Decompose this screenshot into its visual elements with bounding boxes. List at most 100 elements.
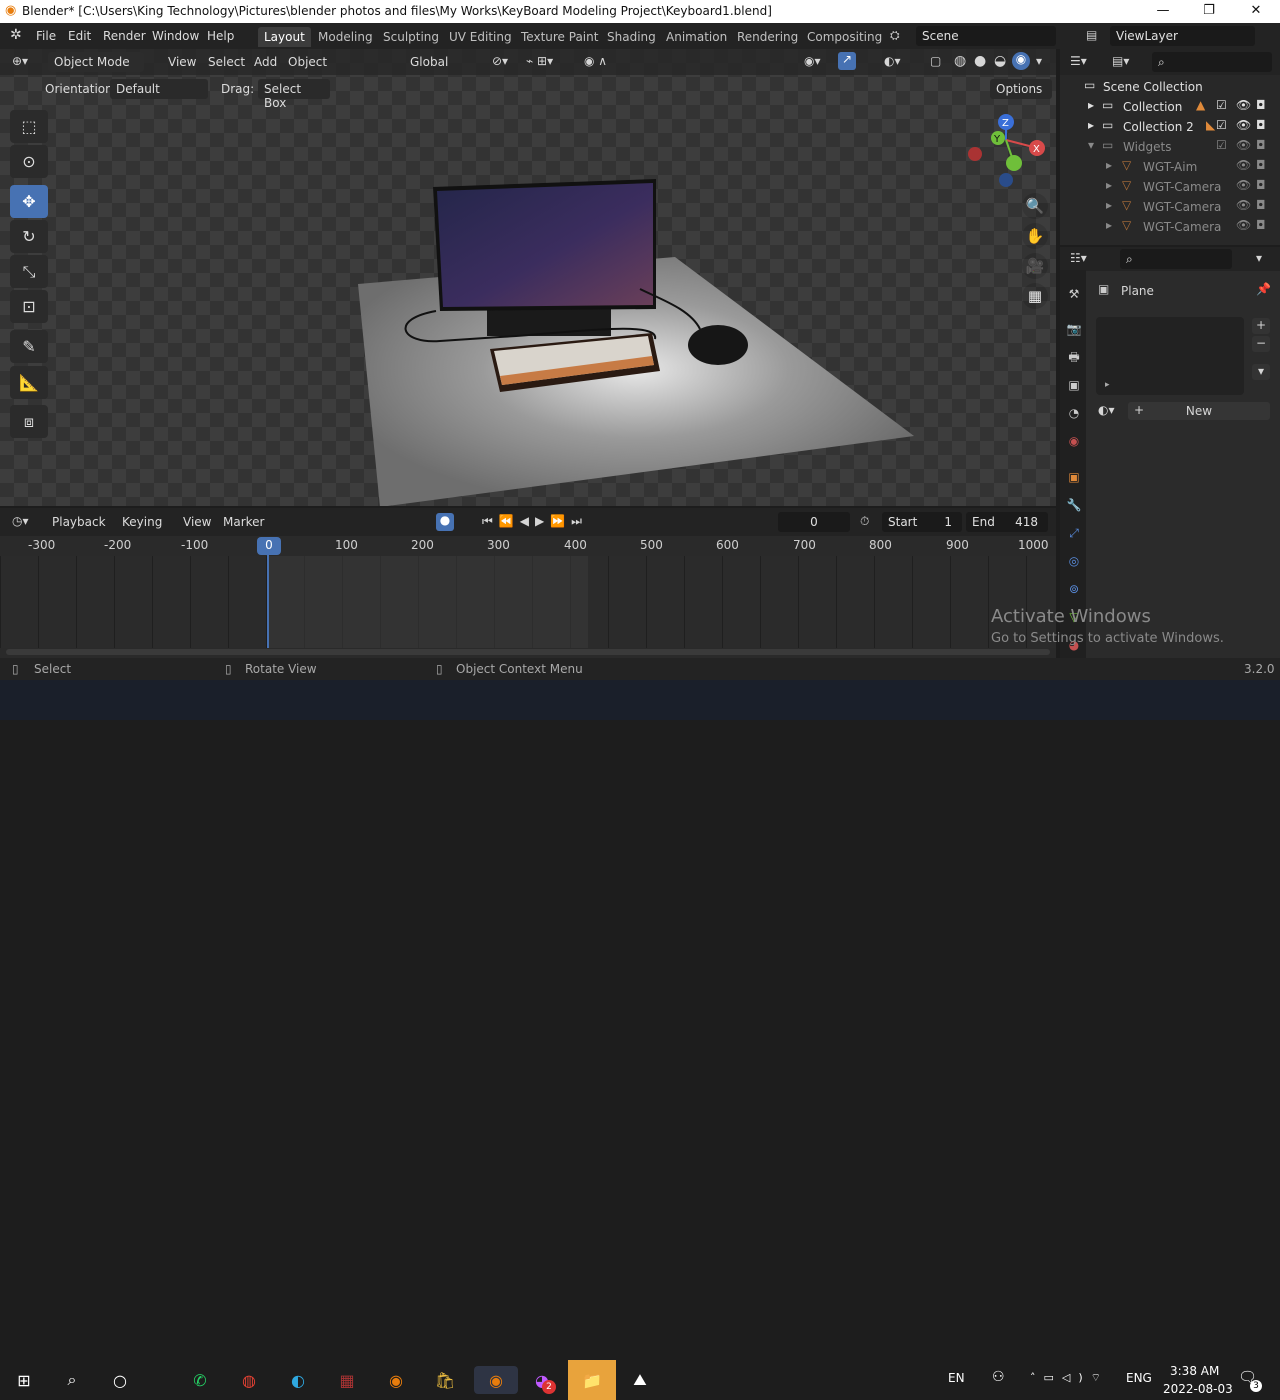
viewport-menu-object[interactable]: Object <box>288 55 327 69</box>
outliner-row[interactable]: ▸ ▽ WGT-Camera 👁 ◘ <box>1060 198 1280 218</box>
file-explorer-icon[interactable]: 📁 <box>568 1360 616 1400</box>
frame-ruler[interactable] <box>0 536 1056 556</box>
menu-help[interactable]: Help <box>207 29 234 43</box>
material-slot-list[interactable] <box>1096 317 1244 395</box>
winrar-icon[interactable]: ▦ <box>333 1366 361 1394</box>
blender-taskbar-icon[interactable]: ◉ <box>382 1366 410 1394</box>
eye-icon[interactable]: 👁 <box>1236 118 1251 132</box>
playback-controls-icon[interactable]: ⏮⏪◀▶⏩⏭ <box>482 514 588 529</box>
tab-animation[interactable]: Animation <box>660 27 733 47</box>
menu-edit[interactable]: Edit <box>68 29 91 43</box>
viewport-menu-select[interactable]: Select <box>208 55 245 69</box>
eye-icon[interactable]: 👁 <box>1236 138 1251 152</box>
end-frame-field[interactable]: End 418 <box>966 512 1048 532</box>
start-windows-icon[interactable]: ⊞ <box>10 1366 38 1394</box>
modifier-tab-icon[interactable]: 🔧 <box>1066 497 1082 513</box>
outliner-row[interactable]: ▸ ▽ WGT-Camera 👁 ◘ <box>1060 178 1280 198</box>
expand-arrow-icon[interactable]: ▸ <box>1106 158 1112 172</box>
viewlayer-selector[interactable]: ViewLayer <box>1110 26 1255 46</box>
blender-menu-icon[interactable]: ✲ <box>10 27 22 43</box>
view-layer-tab-icon[interactable]: ▣ <box>1066 377 1082 393</box>
navigation-gizmo[interactable]: Z X Y <box>962 110 1052 192</box>
menu-file[interactable]: File <box>36 29 56 43</box>
render-camera-icon[interactable]: ◘ <box>1256 98 1266 112</box>
render-camera-icon[interactable]: ◘ <box>1256 218 1266 232</box>
render-camera-icon[interactable]: ◘ <box>1256 138 1266 152</box>
pan-hand-icon[interactable]: ✋ <box>1022 223 1048 249</box>
tab-modeling[interactable]: Modeling <box>312 27 379 47</box>
object-tab-icon[interactable]: ▣ <box>1066 469 1082 485</box>
move-tool[interactable]: ✥ <box>10 185 48 218</box>
pin-icon[interactable]: 📌 <box>1256 282 1271 296</box>
timeline-scrollbar[interactable] <box>6 649 1050 655</box>
store-icon[interactable]: 🛍 <box>431 1366 459 1394</box>
editor-type-icon[interactable]: ⊕▾ <box>12 54 28 68</box>
options-dropdown[interactable]: Options <box>990 79 1052 99</box>
properties-editor[interactable] <box>1060 247 1280 658</box>
shading-rendered-icon[interactable]: ◉ <box>1012 52 1030 70</box>
viewport-menu-add[interactable]: Add <box>254 55 277 69</box>
expand-arrow-icon[interactable]: ▸ <box>1088 118 1094 132</box>
mode-selector[interactable]: Object Mode <box>48 52 144 72</box>
annotate-tool[interactable]: ✎ <box>10 330 48 363</box>
drag-dropdown[interactable]: Select Box <box>258 79 330 110</box>
gizmo-toggle-icon[interactable]: ↗ <box>838 52 856 70</box>
clock-date[interactable]: 2022-08-03 <box>1163 1382 1233 1396</box>
tab-uv-editing[interactable]: UV Editing <box>443 27 518 47</box>
tab-shading[interactable]: Shading <box>601 27 662 47</box>
timeline-menu-view[interactable]: View <box>183 515 211 529</box>
material-browse-icon[interactable]: ◐▾ <box>1098 403 1115 417</box>
outliner-row[interactable]: ▸ ▽ WGT-Aim 👁 ◘ <box>1060 158 1280 178</box>
current-frame-field[interactable]: 0 <box>778 512 850 532</box>
constraints-tab-icon[interactable]: ⊚ <box>1066 581 1082 597</box>
zoom-icon[interactable]: 🔍 <box>1022 193 1048 219</box>
edge-icon[interactable]: ◐ <box>284 1366 312 1394</box>
expand-arrow-icon[interactable]: ▸ <box>1106 178 1112 192</box>
visibility-icon[interactable]: ◉▾ <box>804 54 821 68</box>
camera-view-icon[interactable]: 🎥 <box>1022 253 1048 279</box>
render-camera-icon[interactable]: ◘ <box>1256 198 1266 212</box>
shading-material-icon[interactable]: ◒ <box>994 53 1006 69</box>
clock-time[interactable]: 3:38 AM <box>1170 1364 1219 1378</box>
outliner-row[interactable]: ▸ ▭ Collection ▲ ☑ 👁 ◘ <box>1060 98 1280 118</box>
checkbox-icon[interactable]: ☑ <box>1216 118 1227 132</box>
measure-tool[interactable]: 📐 <box>10 366 48 399</box>
maximize-button[interactable]: ❐ <box>1186 0 1232 23</box>
tab-sculpting[interactable]: Sculpting <box>377 27 445 47</box>
tab-compositing[interactable]: Compositing <box>801 27 888 47</box>
menu-render[interactable]: Render <box>103 29 146 43</box>
outliner-row[interactable]: ▭ Scene Collection <box>1060 78 1280 98</box>
system-tray-icons[interactable]: ˄▭◁)⌔ <box>1030 1371 1109 1385</box>
expand-arrow-icon[interactable]: ▸ <box>1106 218 1112 232</box>
select-box-tool[interactable]: ⬚ <box>10 110 48 143</box>
eye-icon[interactable]: 👁 <box>1236 218 1251 232</box>
proportional-edit-icon[interactable]: ◉ ∧ <box>584 54 607 68</box>
outliner-row[interactable]: ▸ ▭ Collection 2 ◣ ☑ 👁 ◘ <box>1060 118 1280 138</box>
timeline-menu-marker[interactable]: Marker <box>223 515 264 529</box>
collapse-arrow-icon[interactable]: ▾ <box>1088 138 1094 152</box>
list-expand-icon[interactable]: ▸ <box>1105 380 1110 390</box>
playhead-frame-label[interactable]: 0 <box>257 537 281 555</box>
render-camera-icon[interactable]: ◘ <box>1256 118 1266 132</box>
timeline-editor-icon[interactable]: ◷▾ <box>12 514 29 528</box>
properties-options-icon[interactable]: ▾ <box>1256 251 1262 265</box>
viewport-menu-view[interactable]: View <box>168 55 196 69</box>
minimize-button[interactable]: — <box>1140 0 1186 23</box>
task-view-icon[interactable]: ○ <box>106 1366 134 1394</box>
outliner-row[interactable]: ▸ ▽ WGT-Camera 👁 ◘ <box>1060 218 1280 238</box>
world-tab-icon[interactable]: ◉ <box>1066 433 1082 449</box>
rotate-tool[interactable]: ↻ <box>10 220 48 253</box>
tab-rendering[interactable]: Rendering <box>731 27 804 47</box>
shading-solid-icon[interactable]: ● <box>974 53 986 69</box>
ime-indicator[interactable]: ENG <box>1126 1371 1152 1385</box>
tool-tab-icon[interactable]: ⚒ <box>1066 286 1082 302</box>
shading-options-icon[interactable]: ▾ <box>1036 54 1042 68</box>
eye-icon[interactable]: 👁 <box>1236 158 1251 172</box>
checkbox-icon[interactable]: ☑ <box>1216 138 1227 152</box>
output-tab-icon[interactable]: 🖶 <box>1066 349 1082 365</box>
snap-icon[interactable]: ⌁ ⊞▾ <box>526 54 553 68</box>
search-icon[interactable]: ⌕ <box>58 1366 86 1394</box>
properties-search-input[interactable]: ⌕ <box>1120 249 1232 269</box>
scene-selector[interactable]: Scene <box>916 26 1056 46</box>
stopwatch-icon[interactable]: ⏱ <box>860 514 869 529</box>
